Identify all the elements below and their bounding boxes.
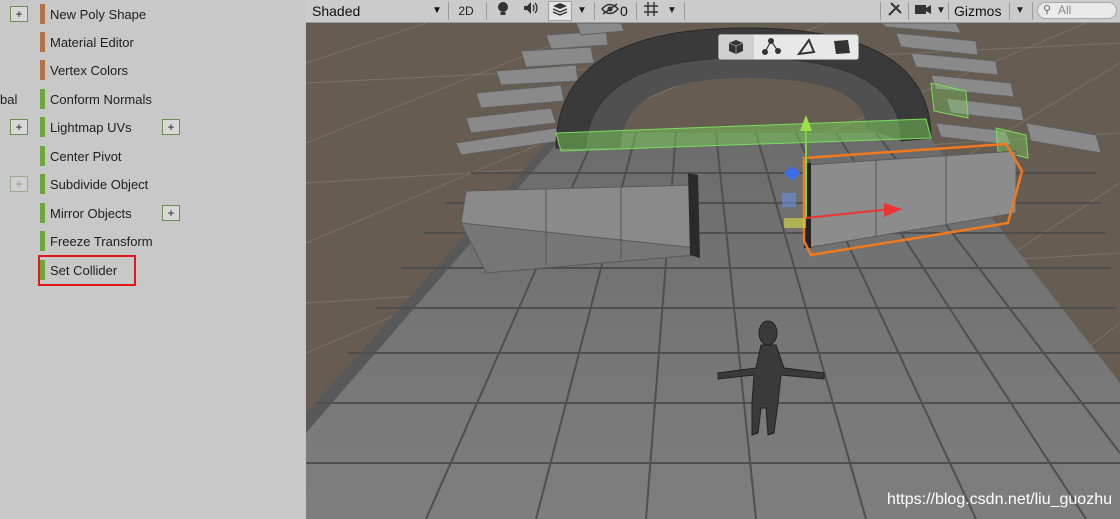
pb-action-label: Lightmap UVs — [50, 120, 132, 135]
shading-mode-dropdown[interactable]: Shaded ▼ — [312, 0, 442, 22]
probuilder-panel: bal + New Poly Shape Material Editor Vertex… — [0, 0, 306, 519]
pb-action-label: Conform Normals — [50, 92, 152, 107]
object-mode-icon[interactable] — [719, 35, 754, 59]
scene-view[interactable]: https://blog.csdn.net/liu_guozhu — [306, 23, 1120, 519]
highlight-annotation-box — [38, 255, 136, 286]
effects-dropdown-chevron-icon[interactable]: ▼ — [574, 1, 590, 21]
tools-icon[interactable] — [884, 1, 906, 21]
pb-action-freeze-transform[interactable]: Freeze Transform — [0, 228, 306, 254]
audio-toggle-icon[interactable] — [520, 1, 542, 21]
category-accent-bar — [40, 89, 45, 109]
pb-action-label: Freeze Transform — [50, 234, 153, 249]
options-button[interactable]: + — [162, 119, 180, 135]
chevron-down-icon: ▼ — [432, 5, 442, 16]
pb-action-label: Mirror Objects — [50, 206, 132, 221]
pb-action-new-poly-shape[interactable]: + New Poly Shape — [0, 1, 306, 27]
camera-icon[interactable] — [912, 1, 934, 21]
pb-action-label: Subdivide Object — [50, 177, 149, 192]
pb-action-mirror-objects[interactable]: Mirror Objects + — [0, 200, 306, 226]
lighting-toggle-icon[interactable] — [492, 1, 514, 21]
category-accent-bar — [40, 174, 45, 194]
expand-options-left-button[interactable]: + — [10, 119, 28, 135]
expand-options-left-button[interactable]: + — [10, 6, 28, 22]
category-accent-bar — [40, 4, 45, 24]
pb-action-label: Center Pivot — [50, 149, 122, 164]
scene-toolbar: Shaded ▼ 2D ▼ 0 ▼ ▼ Gizmos ▼ ⚲ All — [306, 0, 1120, 23]
pb-action-label: Vertex Colors — [50, 63, 129, 78]
selection-mode-toolbar — [718, 34, 859, 60]
effects-toggle-icon[interactable] — [548, 1, 572, 21]
camera-dropdown-chevron-icon[interactable]: ▼ — [934, 1, 948, 21]
search-icon: ⚲ — [1043, 4, 1052, 16]
expand-options-left-button[interactable]: + — [10, 176, 28, 192]
pb-action-conform-normals[interactable]: Conform Normals — [0, 86, 306, 112]
category-accent-bar — [40, 60, 45, 80]
category-accent-bar — [40, 32, 45, 52]
pb-action-vertex-colors[interactable]: Vertex Colors — [0, 57, 306, 83]
options-button[interactable]: + — [162, 205, 180, 221]
gizmos-dropdown-chevron-icon[interactable]: ▼ — [1012, 1, 1028, 21]
face-mode-icon[interactable] — [824, 35, 859, 59]
pb-action-center-pivot[interactable]: Center Pivot — [0, 143, 306, 169]
pb-action-label: New Poly Shape — [50, 7, 147, 22]
shading-mode-label: Shaded — [312, 3, 361, 19]
edge-mode-icon[interactable] — [789, 35, 824, 59]
grid-dropdown-chevron-icon[interactable]: ▼ — [664, 1, 680, 21]
scene-search-input[interactable]: ⚲ All — [1037, 2, 1117, 19]
vertex-mode-icon[interactable] — [754, 35, 789, 59]
pb-action-material-editor[interactable]: Material Editor — [0, 29, 306, 55]
hidden-objects-count: 0 — [620, 3, 628, 19]
search-placeholder: All — [1058, 3, 1072, 17]
category-accent-bar — [40, 146, 45, 166]
category-accent-bar — [40, 231, 45, 251]
hidden-objects-icon[interactable] — [598, 1, 622, 21]
pb-action-lightmap-uvs[interactable]: + Lightmap UVs + — [0, 114, 306, 140]
pb-action-subdivide-object[interactable]: + Subdivide Object — [0, 171, 306, 197]
gizmos-button[interactable]: Gizmos — [954, 0, 1004, 22]
toggle-2d-button[interactable]: 2D — [452, 1, 480, 21]
category-accent-bar — [40, 117, 45, 137]
grid-snapping-icon[interactable] — [640, 1, 662, 21]
watermark-text: https://blog.csdn.net/liu_guozhu — [886, 491, 1112, 508]
category-accent-bar — [40, 203, 45, 223]
scene-render — [306, 23, 1120, 519]
pb-action-label: Material Editor — [50, 35, 134, 50]
